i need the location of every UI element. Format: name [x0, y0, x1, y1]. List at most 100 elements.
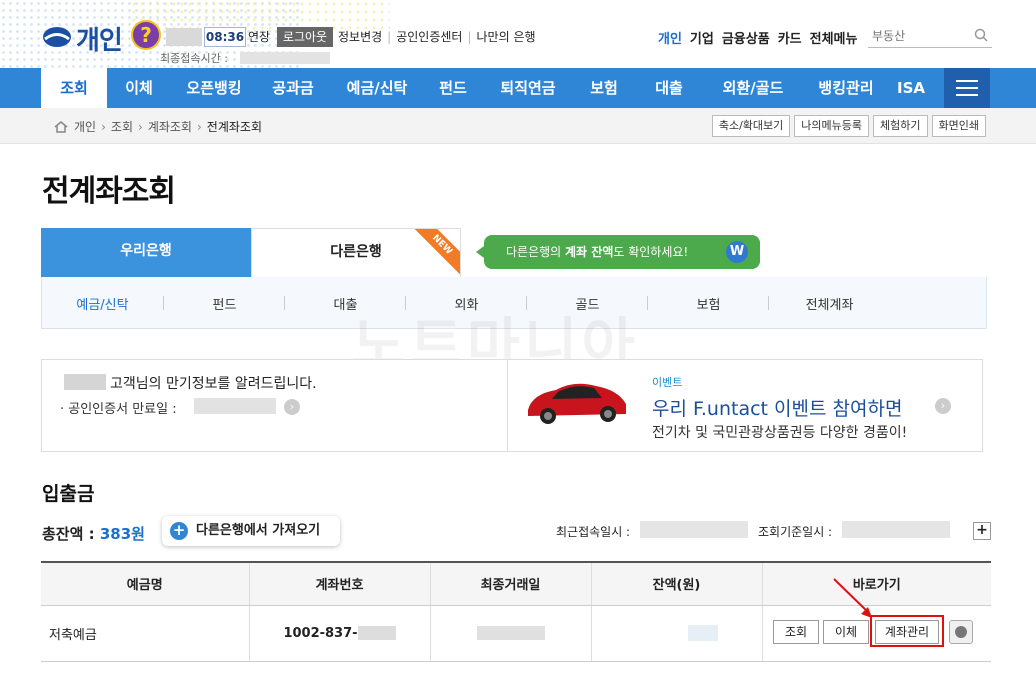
masked-balance [687, 625, 718, 641]
search-box [868, 26, 992, 48]
top-nav-all-menu[interactable]: 전체메뉴 [810, 28, 858, 47]
section-title: 입출금 [42, 483, 95, 505]
main-nav-pension[interactable]: 퇴직연금 [481, 68, 575, 108]
other-bank-promo-bubble[interactable]: 다른은행의 계좌 잔액도 확인하세요! W [476, 235, 760, 269]
chevron-right-icon: › [196, 119, 202, 134]
top-nav-products[interactable]: 금융상품 [722, 28, 770, 47]
account-name: 저축예금 [41, 605, 249, 662]
main-nav-isa[interactable]: ISA [891, 68, 931, 108]
event-title: 우리 F.untact 이벤트 참여하면 [652, 398, 903, 420]
tab-insurance[interactable]: 보험 [648, 294, 769, 313]
main-nav-loan[interactable]: 대출 [633, 68, 705, 108]
util-link-cert-center[interactable]: 공인인증센터 [396, 27, 462, 47]
account-number-prefix: 1002-837- [283, 625, 358, 641]
cert-expiry-label: · 공인인증서 만료일 : [60, 402, 177, 417]
event-description: 전기차 및 국민관광상품권등 다양한 경품이! [652, 425, 908, 441]
last-login-label: 최종접속시간 : [160, 52, 228, 65]
tab-woori-bank[interactable]: 우리은행 [41, 228, 251, 277]
separator: | [387, 30, 392, 44]
car-image [528, 383, 626, 424]
annotation-arrow [833, 578, 872, 618]
page-title: 전계좌조회 [42, 174, 176, 209]
breadcrumb-bar: 개인 › 조회 › 계좌조회 › 전계좌조회 축소/확대보기 나의메뉴등록 체험… [0, 108, 1036, 144]
fetch-other-bank-label: 다른은행에서 가져오기 [196, 523, 321, 538]
main-nav-banking-mgmt[interactable]: 뱅킹관리 [801, 68, 891, 108]
main-nav-fx-gold[interactable]: 외환/골드 [705, 68, 801, 108]
total-balance: 총잔액 : 383원 [42, 523, 145, 544]
main-nav-inquiry[interactable]: 조회 [41, 68, 107, 108]
breadcrumb-item[interactable]: 계좌조회 [148, 118, 192, 135]
query-date-label: 조회기준일시 : [758, 525, 833, 539]
menu-icon[interactable] [944, 68, 990, 108]
session-timer: 08:36 [204, 27, 246, 47]
tab-other-bank[interactable]: 다른은행 NEW [251, 228, 461, 277]
add-my-menu-button[interactable]: 나의메뉴등록 [794, 115, 870, 137]
breadcrumb: 개인 › 조회 › 계좌조회 › 전계좌조회 [54, 118, 262, 135]
won-icon: W [726, 241, 748, 263]
fetch-other-bank-button[interactable]: + 다른은행에서 가져오기 [162, 516, 340, 546]
print-button[interactable]: 화면인쇄 [931, 115, 986, 137]
util-link-info-change[interactable]: 정보변경 [338, 27, 382, 47]
masked-customer-name [64, 374, 106, 390]
account-number[interactable]: 1002-837- [248, 605, 430, 662]
promo-text-suffix: 도 확인하세요! [613, 245, 689, 259]
top-nav-personal[interactable]: 개인 [658, 28, 682, 47]
last-transaction-date [429, 605, 591, 662]
search-input[interactable] [868, 26, 964, 46]
event-banner[interactable]: 이벤트 우리 F.untact 이벤트 참여하면 전기차 및 국민관광상품권등 … [507, 359, 983, 452]
recent-login-label: 최근접속일시 : [556, 525, 631, 539]
breadcrumb-item[interactable]: 개인 [74, 118, 96, 135]
top-bar: 개인 ? 08:36 연장 로그아웃 정보변경 | 공인인증센터 | 나만의 은… [0, 0, 1036, 68]
main-nav-fund[interactable]: 펀드 [425, 68, 481, 108]
bank-tabs: 우리은행 다른은행 NEW [41, 228, 461, 277]
top-right-nav: 개인 기업 금융상품 카드 전체메뉴 [658, 28, 865, 47]
tab-deposit-trust[interactable]: 예금/신탁 [42, 294, 163, 313]
help-icon[interactable]: ? [131, 20, 161, 50]
maturity-message: 고객님의 만기정보를 알려드립니다. [110, 376, 317, 392]
main-nav-insurance[interactable]: 보험 [575, 68, 633, 108]
extend-session-link[interactable]: 연장 [248, 27, 270, 47]
more-options-icon[interactable] [949, 620, 973, 644]
col-last-transaction: 최종거래일 [429, 561, 591, 606]
transfer-button[interactable]: 이체 [823, 620, 869, 644]
breadcrumb-item[interactable]: 조회 [111, 118, 133, 135]
top-nav-corporate[interactable]: 기업 [690, 28, 714, 47]
col-account-number: 계좌번호 [248, 561, 430, 606]
chevron-right-icon[interactable]: › [935, 398, 951, 414]
tab-fund[interactable]: 펀드 [164, 294, 285, 313]
zoom-button[interactable]: 축소/확대보기 [711, 115, 791, 137]
masked-recent-login [640, 521, 748, 538]
col-account-name: 예금명 [41, 561, 249, 606]
page-utility-buttons: 축소/확대보기 나의메뉴등록 체험하기 화면인쇄 [711, 115, 986, 137]
chevron-right-icon: › [138, 119, 143, 134]
util-links: 정보변경 | 공인인증센터 | 나만의 은행 [338, 27, 536, 47]
inquiry-button[interactable]: 조회 [773, 620, 819, 644]
woori-logo-icon[interactable] [42, 26, 72, 48]
highlight-box [870, 615, 944, 647]
tab-other-bank-label: 다른은행 [330, 244, 382, 260]
main-nav: 조회 이체 오픈뱅킹 공과금 예금/신탁 펀드 퇴직연금 보험 대출 외환/골드… [0, 68, 1036, 108]
main-nav-utility-bills[interactable]: 공과금 [257, 68, 329, 108]
masked-date [476, 626, 545, 640]
masked-username [166, 28, 202, 46]
main-nav-open-banking[interactable]: 오픈뱅킹 [171, 68, 257, 108]
separator: | [467, 30, 472, 44]
promo-bold-text: 계좌 잔액 [565, 245, 614, 259]
main-nav-deposit-trust[interactable]: 예금/신탁 [329, 68, 425, 108]
home-icon[interactable] [54, 120, 68, 133]
util-link-my-bank[interactable]: 나만의 은행 [477, 27, 536, 47]
balance [590, 605, 762, 662]
expand-button[interactable]: + [973, 522, 991, 540]
logo-label[interactable]: 개인 [76, 20, 123, 57]
search-icon[interactable] [974, 28, 988, 42]
try-it-button[interactable]: 체험하기 [873, 115, 928, 137]
new-badge: NEW [408, 229, 460, 277]
top-nav-card[interactable]: 카드 [778, 28, 802, 47]
masked-cert-expiry [194, 398, 276, 414]
tab-all-accounts[interactable]: 전체계좌 [769, 294, 890, 313]
chevron-right-icon: › [101, 119, 106, 134]
main-nav-transfer[interactable]: 이체 [107, 68, 171, 108]
chevron-right-icon[interactable]: › [284, 399, 300, 415]
logout-button[interactable]: 로그아웃 [277, 27, 333, 47]
masked-query-date [842, 521, 950, 538]
